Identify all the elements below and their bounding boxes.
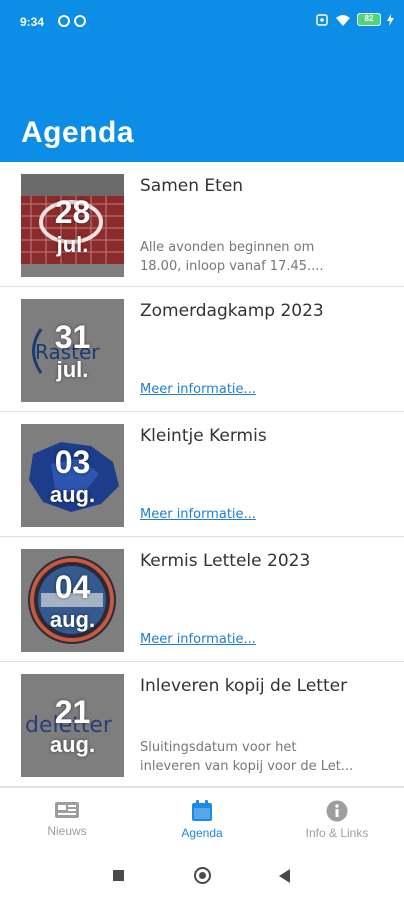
event-description-line-2: 18.00, inloop vanaf 17.45.... (140, 259, 324, 274)
event-title: Kleintje Kermis (140, 426, 267, 446)
event-description-line-1: Sluitingsdatum voor het (140, 740, 297, 755)
event-title: Zomerdagkamp 2023 (140, 301, 324, 321)
status-time: 9:34 (20, 15, 45, 29)
event-thumbnail: 03 aug. (21, 424, 124, 527)
agenda-item[interactable]: 04 aug. Kermis Lettele 2023 Meer informa… (0, 537, 404, 662)
event-day: 28 (54, 194, 91, 230)
agenda-list: 28 jul. Samen Eten Alle avonden beginnen… (0, 162, 404, 787)
agenda-item[interactable]: 03 aug. Kleintje Kermis Meer informatie.… (0, 412, 404, 537)
info-icon (326, 800, 348, 822)
nav-item-nieuws[interactable]: Nieuws (0, 800, 134, 838)
event-month: aug. (49, 732, 96, 757)
event-month: aug. (49, 607, 96, 632)
agenda-item[interactable]: Raster 31 jul. Zomerdagkamp 2023 Meer in… (0, 287, 404, 412)
notification-icon-2 (74, 15, 86, 27)
nav-label: Nieuws (47, 824, 87, 838)
back-icon[interactable] (279, 869, 290, 883)
event-description-line-1: Alle avonden beginnen om (140, 240, 315, 255)
home-icon[interactable] (194, 867, 211, 884)
notification-icon (58, 15, 70, 27)
vibrate-icon (316, 13, 328, 26)
system-navigation-bar (0, 849, 404, 900)
more-info-link[interactable]: Meer informatie... (140, 507, 256, 522)
event-title: Kermis Lettele 2023 (140, 551, 311, 571)
status-bar: 9:34 82 (0, 0, 404, 48)
event-thumbnail: Raster 31 jul. (21, 299, 124, 402)
event-month: aug. (49, 482, 96, 507)
event-description-line-2: inleveren van kopij voor de Let... (140, 759, 354, 774)
event-thumbnail: deletter 21 aug. (21, 674, 124, 777)
bottom-navigation: Nieuws Agenda Info & Links (0, 787, 404, 849)
agenda-item[interactable]: 28 jul. Samen Eten Alle avonden beginnen… (0, 162, 404, 287)
event-day: 31 (54, 319, 91, 355)
battery-icon: 82 (357, 13, 381, 26)
app-header: 9:34 82 Agenda (0, 0, 404, 162)
event-month: jul. (56, 232, 89, 257)
event-month: jul. (56, 357, 89, 382)
status-right: 82 (315, 13, 394, 26)
nav-item-agenda[interactable]: Agenda (135, 800, 269, 840)
event-title: Samen Eten (140, 176, 244, 196)
agenda-item[interactable]: deletter 21 aug. Inleveren kopij de Lett… (0, 662, 404, 787)
event-description: Sluitingsdatum voor het inleveren van ko… (140, 738, 390, 776)
calendar-icon (192, 800, 212, 821)
wifi-icon (336, 14, 350, 26)
newspaper-icon (55, 802, 79, 818)
page-title: Agenda (21, 116, 135, 149)
nav-label: Agenda (181, 826, 223, 840)
nav-label: Info & Links (305, 826, 369, 840)
event-title: Inleveren kopij de Letter (140, 676, 348, 696)
event-thumbnail: 28 jul. (21, 174, 124, 277)
event-thumbnail: 04 aug. (21, 549, 124, 652)
event-day: 04 (54, 569, 91, 605)
charging-icon (387, 13, 394, 26)
event-description: Alle avonden beginnen om 18.00, inloop v… (140, 238, 390, 276)
nav-item-info[interactable]: Info & Links (270, 800, 404, 840)
recents-icon[interactable] (113, 870, 124, 881)
more-info-link[interactable]: Meer informatie... (140, 382, 256, 397)
event-day: 21 (54, 694, 91, 730)
more-info-link[interactable]: Meer informatie... (140, 632, 256, 647)
event-day: 03 (54, 444, 91, 480)
